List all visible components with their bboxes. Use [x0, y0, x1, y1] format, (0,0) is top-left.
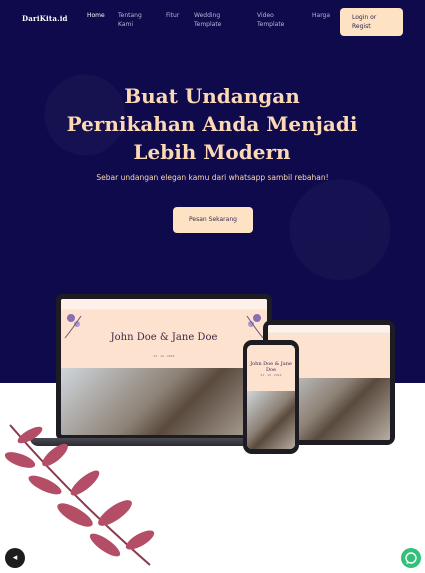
phone-mockup: John Doe & Jane Doe 21 · 10 · 2022 [243, 340, 299, 454]
mockup-couple-name: John Doe & Jane Doe [110, 332, 218, 343]
hero-headline: Buat Undangan Pernikahan Anda Menjadi Le… [66, 84, 358, 164]
nav-item-video-template[interactable]: Video Template [257, 11, 284, 29]
mockup-nav [61, 299, 267, 310]
nav-item-wedding-template[interactable]: Wedding Template [194, 11, 221, 29]
phone-screen: John Doe & Jane Doe 21 · 10 · 2022 [247, 345, 295, 449]
chat-bubble-icon [405, 552, 417, 564]
mockup-date: 21 · 10 · 2022 [260, 373, 282, 377]
mockup-hero: John Doe & Jane Doe 21 · 10 · 2022 [247, 345, 295, 391]
nav-item-harga[interactable]: Harga [312, 11, 330, 20]
mockup-couple-name: John Doe & Jane Doe [250, 361, 292, 373]
leaf-decoration [4, 424, 155, 566]
hero-subline: Sebar undangan elegan kamu dari whatsapp… [96, 173, 329, 182]
login-button[interactable]: Login or Regist [340, 8, 403, 36]
nav-item-tentang-kami[interactable]: Tentang Kami [118, 11, 142, 29]
mockup-hero: John Doe & Jane Doe 21 · 10 · 2022 [61, 310, 267, 368]
nav-item-fitur[interactable]: Fitur [166, 11, 179, 20]
share-icon[interactable]: ◂ [5, 548, 25, 568]
order-now-button[interactable]: Pesan Sekarang [173, 207, 253, 233]
couple-photo [247, 391, 295, 449]
brand-logo[interactable]: DariKita.id [22, 14, 68, 23]
mockup-date: 21 · 10 · 2022 [153, 354, 175, 358]
nav-item-home[interactable]: Home [87, 11, 105, 20]
mockup-nav [268, 325, 390, 333]
whatsapp-icon[interactable] [401, 548, 421, 568]
